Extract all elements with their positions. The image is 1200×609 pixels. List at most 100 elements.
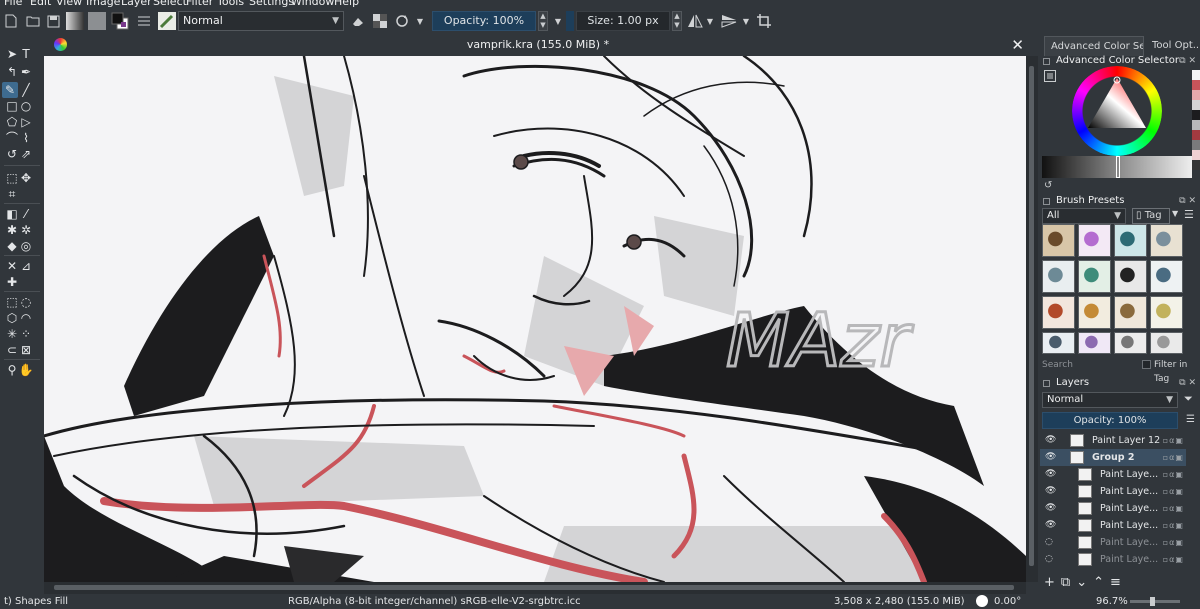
brush-preset-thumbnail[interactable] — [1078, 224, 1111, 257]
layer-row[interactable]: 👁 Paint Layer 12 ▫α▣ — [1040, 432, 1186, 449]
value-slider-handle[interactable] — [1116, 156, 1120, 178]
move-layer-up-icon[interactable]: ⌃ — [1093, 575, 1110, 590]
brush-preset-thumbnail[interactable] — [1078, 260, 1111, 293]
measure-tool-icon[interactable]: ⊿ — [18, 258, 34, 274]
layer-row[interactable]: 👁 Paint Laye... ▫α▣ — [1040, 483, 1186, 500]
move-layer-down-icon[interactable]: ⌄ — [1076, 575, 1093, 590]
brush-preset-thumbnail[interactable] — [1042, 332, 1075, 354]
layer-name[interactable]: Paint Laye... — [1100, 466, 1158, 483]
smart-patch-tool-icon[interactable]: ✲ — [18, 222, 34, 238]
layer-name[interactable]: Paint Laye... — [1100, 517, 1158, 534]
layer-row[interactable]: 👁 Paint Laye... ▫α▣ — [1040, 500, 1186, 517]
crop-tool-icon[interactable]: ⌗ — [4, 186, 20, 202]
ellipse-tool-icon[interactable]: ○ — [18, 98, 34, 114]
color-wheel[interactable] — [1072, 66, 1162, 156]
menu-settings[interactable]: Settings — [249, 0, 294, 8]
tab-tool-options[interactable]: Tool Opt... — [1146, 36, 1200, 56]
calligraphy-tool-icon[interactable]: ✒ — [18, 64, 34, 80]
opacity-slider[interactable]: Opacity: 100% — [432, 11, 536, 31]
zoom-slider[interactable] — [1130, 600, 1180, 603]
layer-lock-alpha-icons[interactable]: ▫α▣ — [1163, 517, 1184, 534]
brush-preset-thumbnail[interactable] — [1150, 260, 1183, 293]
brush-preset-thumbnail[interactable] — [1042, 296, 1075, 329]
layer-name[interactable]: Paint Laye... — [1100, 534, 1158, 551]
layer-name[interactable]: Group 2 — [1092, 449, 1135, 466]
brush-preset-thumbnail[interactable] — [1042, 260, 1075, 293]
layer-name[interactable]: Paint Layer 12 — [1092, 432, 1160, 449]
layer-name[interactable]: Paint Laye... — [1100, 551, 1158, 568]
float-close-icon[interactable]: ⧉ ✕ — [1179, 54, 1196, 68]
layer-filter-icon[interactable]: ⏷ — [1184, 392, 1193, 406]
new-document-icon[interactable] — [3, 12, 19, 30]
layer-opacity-slider[interactable]: Opacity: 100% — [1042, 412, 1178, 429]
freehand-brush-tool-icon[interactable]: ✎ — [2, 82, 18, 98]
layer-visibility-icon[interactable]: ◌ — [1045, 534, 1053, 551]
layer-name[interactable]: Paint Laye... — [1100, 483, 1158, 500]
eraser-mode-icon[interactable] — [350, 12, 366, 30]
color-selector-menu-icon[interactable] — [1044, 70, 1056, 85]
tab-advanced-color-selector[interactable]: Advanced Color Sel... — [1044, 36, 1144, 56]
status-rotation[interactable]: 0.00° — [994, 594, 1021, 609]
menu-window[interactable]: Window — [291, 0, 334, 8]
text-tool-icon[interactable]: T — [18, 46, 34, 62]
menu-image[interactable]: Image — [86, 0, 120, 8]
multibrush-tool-icon[interactable]: ⇗ — [18, 146, 34, 162]
brush-settings-icon[interactable] — [136, 12, 152, 30]
layer-row[interactable]: ◌ Paint Laye... ▫α▣ — [1040, 534, 1186, 551]
layer-row[interactable]: 👁 Paint Laye... ▫α▣ — [1040, 517, 1186, 534]
brush-preset-thumbnail[interactable] — [1114, 260, 1147, 293]
reload-preset-icon[interactable] — [394, 12, 410, 30]
move-tool-icon[interactable]: ✥ — [18, 170, 34, 186]
add-layer-icon[interactable]: + — [1044, 575, 1061, 590]
brush-preset-thumbnail[interactable] — [1078, 332, 1111, 354]
horizontal-scrollbar[interactable] — [44, 582, 1026, 594]
reference-images-tool-icon[interactable]: ✚ — [4, 274, 20, 290]
layer-visibility-icon[interactable]: 👁 — [1045, 500, 1056, 517]
menu-edit[interactable]: Edit — [30, 0, 51, 8]
layer-visibility-icon[interactable]: 👁 — [1045, 483, 1056, 500]
filter-in-tag-checkbox[interactable] — [1142, 360, 1151, 369]
save-document-icon[interactable] — [45, 12, 61, 30]
layer-lock-alpha-icons[interactable]: ▫α▣ — [1163, 534, 1184, 551]
rotation-icon[interactable] — [976, 595, 988, 607]
brush-preset-thumbnail-icon[interactable] — [158, 12, 176, 30]
chevron-down-icon[interactable]: ▼ — [704, 12, 716, 30]
magnetic-selection-tool-icon[interactable]: ⊠ — [18, 342, 34, 358]
blend-mode-select[interactable]: Normal ▼ — [178, 11, 344, 31]
chevron-down-icon[interactable]: ▼ — [1172, 209, 1178, 218]
menu-filter[interactable]: Filter — [186, 0, 213, 8]
layer-visibility-icon[interactable]: 👁 — [1045, 517, 1056, 534]
layer-row[interactable]: 👁 Paint Laye... ▫α▣ — [1040, 466, 1186, 483]
layer-properties-icon[interactable]: ≡ — [1110, 575, 1127, 590]
freehand-selection-tool-icon[interactable]: ◠ — [18, 310, 34, 326]
color-history-strip[interactable] — [1192, 70, 1200, 190]
vertical-scroll-thumb[interactable] — [1029, 66, 1034, 566]
refresh-icon[interactable]: ↺ — [1044, 180, 1052, 191]
brush-presets-menu-icon[interactable]: ☰ — [1184, 208, 1194, 221]
opacity-spinner[interactable]: ▲ ▼ — [538, 11, 548, 31]
brush-preset-thumbnail[interactable] — [1114, 332, 1147, 354]
brush-preset-thumbnail[interactable] — [1114, 296, 1147, 329]
size-spinner[interactable]: ▲ ▼ — [672, 11, 682, 31]
polyline-tool-icon[interactable]: ▷ — [18, 114, 34, 130]
brush-preset-thumbnail[interactable] — [1114, 224, 1147, 257]
layer-lock-alpha-icons[interactable]: ▫α▣ — [1163, 551, 1184, 568]
duplicate-layer-icon[interactable]: ⧉ — [1061, 575, 1076, 590]
vertical-scrollbar[interactable] — [1026, 56, 1038, 582]
menu-layer[interactable]: Layer — [121, 0, 152, 8]
menu-view[interactable]: View — [56, 0, 82, 8]
float-close-icon[interactable]: ⧉ ✕ — [1179, 376, 1196, 390]
layer-visibility-icon[interactable]: 👁 — [1045, 466, 1056, 483]
tag-button[interactable]: ▯ Tag — [1132, 208, 1170, 224]
menu-file[interactable]: File — [4, 0, 22, 8]
canvas[interactable]: MAzr — [44, 56, 1026, 582]
brush-preset-thumbnail[interactable] — [1150, 332, 1183, 354]
chevron-down-icon[interactable]: ▼ — [414, 12, 426, 30]
layer-blend-mode-select[interactable]: Normal ▼ — [1042, 392, 1178, 408]
layer-lock-alpha-icons[interactable]: ▫α▣ — [1163, 466, 1184, 483]
status-zoom[interactable]: 96.7% — [1096, 594, 1128, 609]
line-tool-icon[interactable]: ╱ — [18, 82, 34, 98]
gradient-swatch-icon[interactable] — [66, 12, 84, 30]
freehand-path-tool-icon[interactable]: ⌇ — [18, 130, 34, 146]
horizontal-scroll-thumb[interactable] — [54, 585, 1014, 590]
